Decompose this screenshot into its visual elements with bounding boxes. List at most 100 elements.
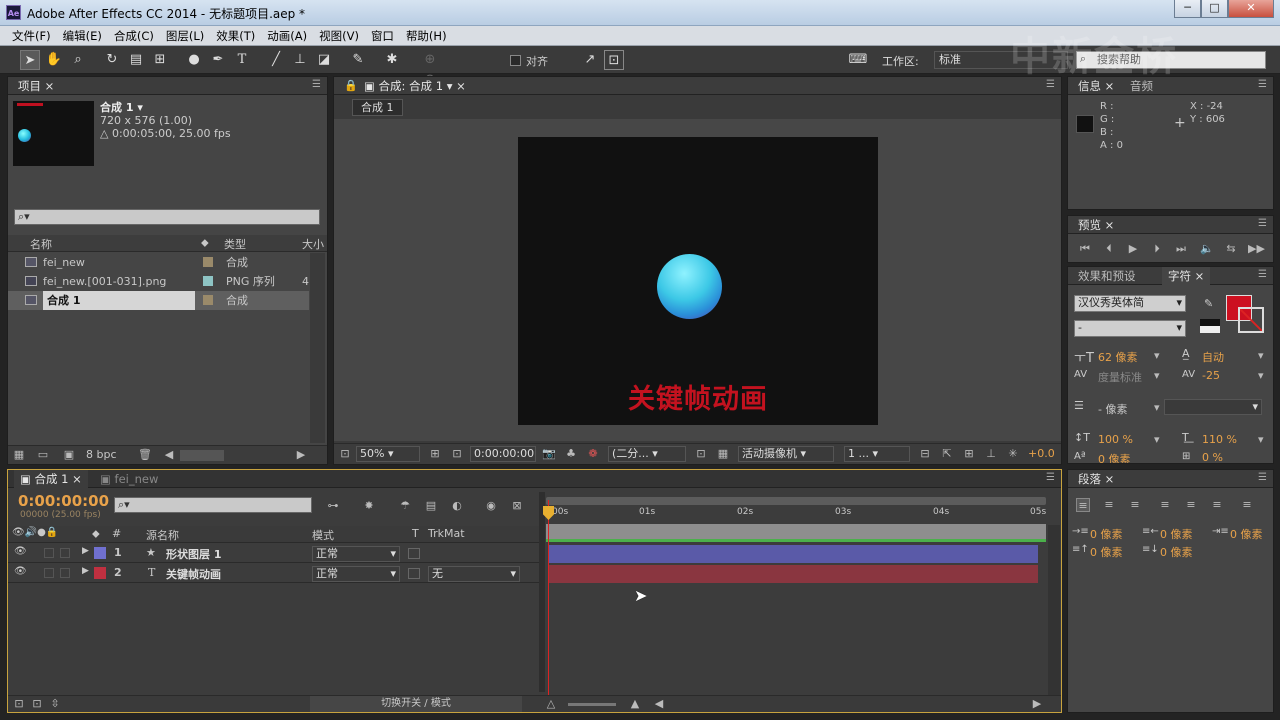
brainstorm-icon[interactable]: ⊠ — [510, 499, 524, 513]
puppet-tool-icon[interactable]: ✱ — [382, 50, 402, 70]
zoom-tool-icon[interactable]: ⌕ — [68, 50, 88, 70]
toggle-pixel-icon[interactable]: ⊟ — [918, 447, 932, 461]
timeline-search-input[interactable]: ⌕▾ — [114, 497, 312, 513]
new-comp-icon[interactable]: ▣ — [62, 448, 76, 462]
tsume-value[interactable]: 0 % — [1202, 451, 1223, 463]
in-out-icon[interactable]: ⇳ — [48, 697, 62, 711]
new-folder-icon[interactable]: ▭ — [36, 448, 50, 462]
column-trkmat[interactable]: TrkMat — [428, 527, 465, 540]
menu-composition[interactable]: 合成(C) — [108, 26, 160, 46]
frame-blending-icon[interactable]: ▤ — [424, 499, 438, 513]
comp-timecode[interactable]: 0:00:00:00 — [470, 446, 536, 462]
ram-preview-icon[interactable]: ▶▶ — [1248, 242, 1265, 256]
comp-name[interactable]: 合成 1 ▾ — [100, 99, 143, 115]
column-source-name[interactable]: 源名称 — [146, 527, 179, 543]
layer-bar[interactable] — [548, 565, 1038, 583]
leading-dropdown[interactable]: ▾ — [1258, 349, 1264, 362]
interpret-footage-icon[interactable]: ▦ — [12, 448, 26, 462]
kerning-dropdown[interactable]: ▾ — [1154, 369, 1160, 382]
stroke-color-swatch[interactable] — [1238, 307, 1264, 333]
stroke-width-value[interactable]: - 像素 — [1098, 401, 1127, 417]
resolution-select[interactable]: (二分... ▾ — [608, 446, 686, 462]
panel-menu-icon[interactable]: ☰ — [1258, 269, 1267, 280]
space-after-value[interactable]: 0 像素 — [1160, 544, 1193, 560]
brush-tool-icon[interactable]: ╱ — [266, 50, 286, 70]
play-icon[interactable]: ▶ — [1126, 242, 1140, 256]
menu-file[interactable]: 文件(F) — [6, 26, 57, 46]
current-time-indicator[interactable] — [548, 500, 549, 695]
tab-timeline-fei-new[interactable]: ▣ fei_new — [94, 470, 164, 488]
work-area-bar[interactable] — [546, 497, 1046, 505]
toggle-switches-modes-button[interactable]: 切换开关 / 模式 — [310, 696, 522, 712]
snapshot-icon[interactable]: 📷 — [542, 447, 556, 461]
menu-animation[interactable]: 动画(A) — [261, 26, 313, 46]
views-select[interactable]: 1 ... ▾ — [844, 446, 910, 462]
eyedropper-icon[interactable]: ✎ — [1204, 297, 1213, 310]
snap-option-icon[interactable]: ↗ — [580, 50, 600, 70]
layer-name[interactable]: 形状图层 1 — [166, 546, 221, 562]
type-tool-icon[interactable]: T — [232, 50, 252, 70]
menu-window[interactable]: 窗口 — [365, 26, 400, 46]
axis-mode-icon[interactable]: ⊕ ⊕ ⊕ — [420, 50, 440, 107]
project-item-label[interactable] — [203, 257, 213, 267]
preserve-transparency-toggle[interactable] — [408, 548, 420, 559]
rotate-tool-icon[interactable]: ↻ — [102, 50, 122, 70]
canvas-title-text[interactable]: 关键帧动画 — [608, 377, 788, 416]
project-item-label[interactable] — [203, 295, 213, 305]
tab-effects-presets[interactable]: 效果和预设 — [1072, 267, 1142, 285]
horizontal-scrollbar[interactable] — [180, 450, 224, 461]
lock-icon[interactable]: 🔒 — [344, 79, 358, 92]
visibility-eye-icon[interactable]: 👁 — [14, 546, 27, 557]
tracking-value[interactable]: -25 — [1202, 369, 1220, 382]
flowchart-icon[interactable]: ⊥ — [984, 447, 998, 461]
av-switches-icon[interactable]: 👁🔊●🔒 — [12, 527, 58, 538]
align-right-icon[interactable]: ≡ — [1128, 498, 1142, 512]
time-ruler[interactable]: 00s 01s 02s 03s 04s 05s — [546, 507, 1046, 523]
justify-right-icon[interactable]: ≡ — [1210, 498, 1224, 512]
bit-depth[interactable]: 8 bpc — [86, 448, 117, 461]
layer-label-color[interactable] — [94, 547, 106, 559]
indent-left-value[interactable]: 0 像素 — [1090, 526, 1123, 542]
scroll-left-icon[interactable]: ◀ — [162, 448, 176, 462]
layer-mode-select[interactable]: 正常 ▾ — [312, 566, 400, 582]
stroke-type-select[interactable]: ▾ — [1164, 399, 1262, 415]
panel-menu-icon[interactable]: ☰ — [1258, 218, 1267, 229]
first-frame-icon[interactable]: ⏮ — [1078, 242, 1092, 256]
tab-preview[interactable]: 预览 × — [1072, 216, 1120, 234]
layer-area-divider[interactable] — [539, 492, 545, 692]
menu-effect[interactable]: 效果(T) — [210, 26, 261, 46]
label-tag-icon[interactable]: ⬥ — [201, 236, 209, 250]
indent-first-value[interactable]: 0 像素 — [1230, 526, 1263, 542]
project-item-label[interactable] — [203, 276, 213, 286]
layer-row[interactable]: 👁 ▶ 2 T 关键帧动画 正常 ▾ 无 ▾ — [8, 564, 545, 583]
font-size-dropdown[interactable]: ▾ — [1154, 349, 1160, 362]
lock-toggle[interactable] — [60, 548, 70, 558]
tab-composition[interactable]: ▣ 合成: 合成 1 ▾ × — [358, 77, 472, 95]
kerning-value[interactable]: 度量标准 — [1098, 369, 1142, 385]
column-number[interactable]: # — [112, 527, 121, 540]
horizontal-scale-value[interactable]: 110 % — [1202, 433, 1237, 446]
expand-arrow-icon[interactable]: ▶ — [82, 566, 89, 576]
scroll-right-icon[interactable]: ▶ — [294, 448, 308, 462]
timeline-scroll-left-icon[interactable]: ◀ — [652, 697, 666, 711]
last-frame-icon[interactable]: ⏭ — [1174, 242, 1188, 256]
layer-bar[interactable] — [548, 545, 1038, 563]
font-size-value[interactable]: 62 像素 — [1098, 349, 1138, 365]
tab-character[interactable]: 字符 × — [1162, 267, 1211, 285]
horizontal-scale-dropdown[interactable]: ▾ — [1258, 433, 1264, 446]
project-scrollbar[interactable] — [310, 253, 325, 443]
layer-label-color[interactable] — [94, 567, 106, 579]
roto-brush-tool-icon[interactable]: ✎ — [348, 50, 368, 70]
snap-feature-icon[interactable]: ⊡ — [604, 50, 624, 70]
camera-select[interactable]: 活动摄像机 ▾ — [738, 446, 834, 462]
menu-layer[interactable]: 图层(L) — [160, 26, 210, 46]
timeline-icon[interactable]: ⊞ — [962, 447, 976, 461]
hand-tool-icon[interactable]: ✋ — [44, 50, 64, 70]
justify-left-icon[interactable]: ≡ — [1158, 498, 1172, 512]
layer-name[interactable]: 关键帧动画 — [166, 566, 221, 582]
exposure-value[interactable]: +0.0 — [1028, 447, 1055, 460]
ellipse-tool-icon[interactable]: ● — [184, 50, 204, 70]
snap-checkbox[interactable] — [510, 55, 521, 66]
close-button[interactable]: ✕ — [1228, 0, 1274, 18]
menu-help[interactable]: 帮助(H) — [400, 26, 453, 46]
